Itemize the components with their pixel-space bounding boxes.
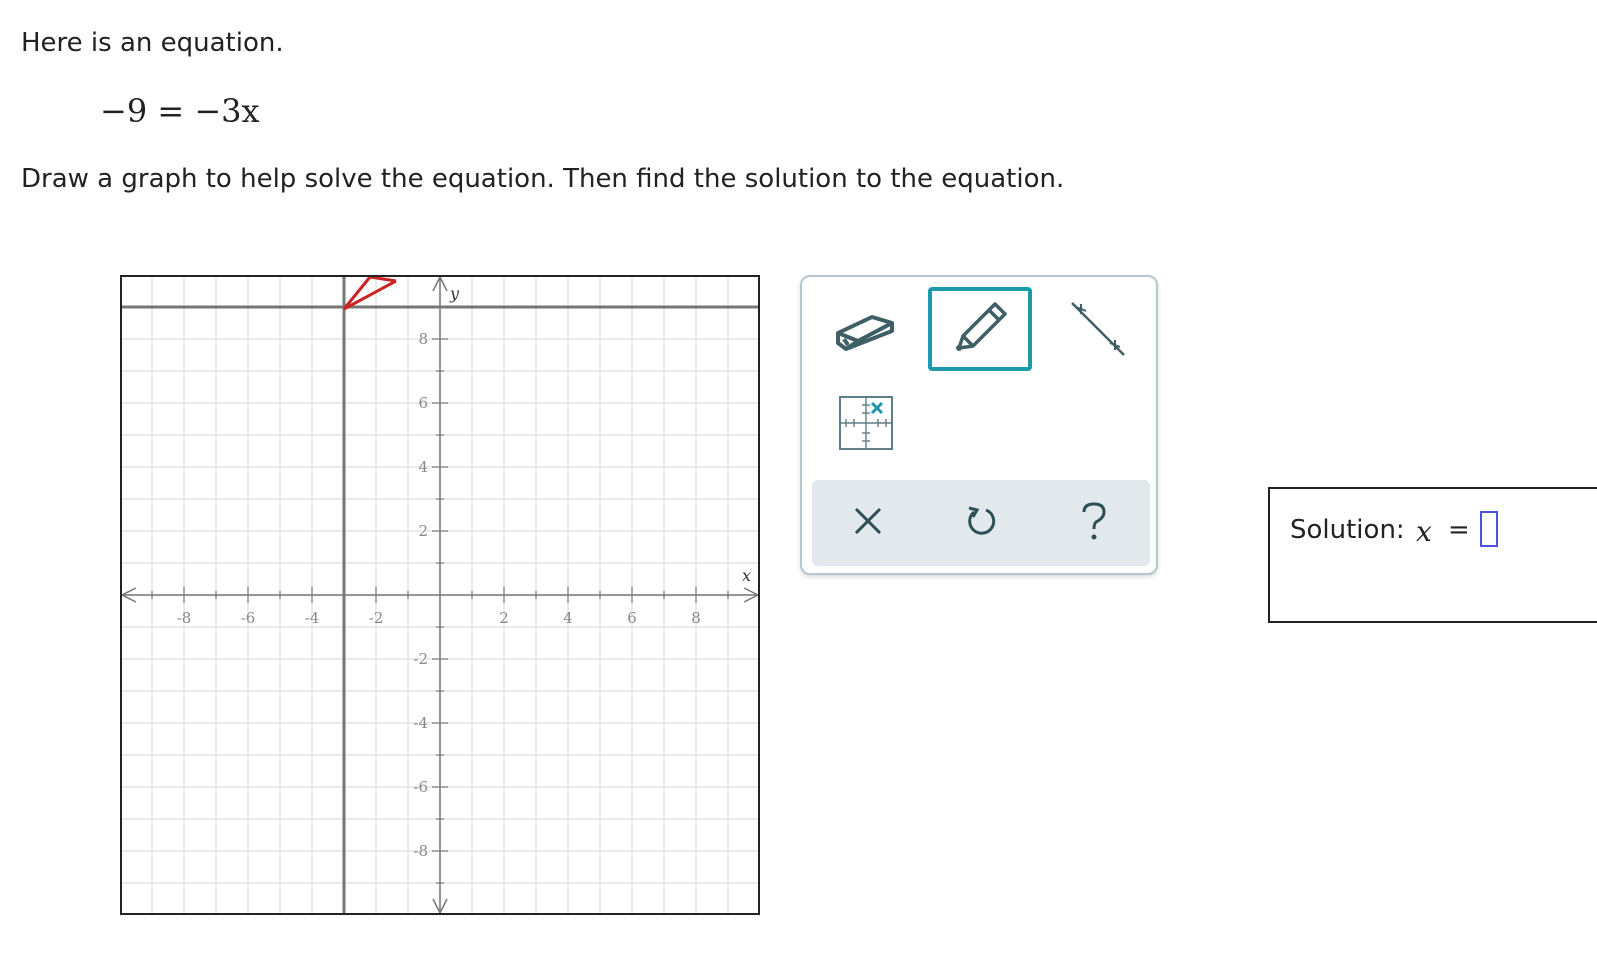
x-axis-label: x — [742, 566, 751, 585]
y-axis-label: y — [449, 284, 460, 303]
help-icon — [1080, 501, 1108, 545]
point-tool-button[interactable] — [826, 385, 906, 465]
y-tick-label: -8 — [413, 842, 428, 860]
y-tick-label: 4 — [418, 458, 428, 476]
y-tick-label: 8 — [418, 330, 428, 348]
y-tick-label: 6 — [418, 394, 428, 412]
graph-area[interactable]: -8 -6 -4 -2 2 4 6 8 8 6 4 2 -2 -4 -6 -8 x y — [120, 275, 760, 915]
point-icon — [838, 395, 894, 455]
help-button[interactable] — [1038, 480, 1150, 566]
x-tick-label: 4 — [563, 609, 573, 627]
x-tick-label: 2 — [499, 609, 509, 627]
instruction-text: Draw a graph to help solve the equation.… — [21, 164, 1065, 194]
eraser-tool-button[interactable] — [826, 291, 906, 371]
line-icon — [1066, 297, 1130, 365]
solution-box: Solution: x = — [1268, 487, 1597, 623]
intro-text: Here is an equation. — [21, 28, 284, 58]
solution-equals: = — [1448, 515, 1470, 545]
eraser-icon — [834, 303, 898, 359]
equation: −9 = −3x — [100, 92, 260, 130]
solution-variable: x — [1416, 515, 1432, 548]
pencil-mark-triangle — [342, 275, 397, 311]
close-icon — [853, 506, 883, 540]
graph-toolbox — [800, 275, 1158, 575]
x-tick-label: 6 — [627, 609, 637, 627]
x-tick-label: -6 — [241, 609, 256, 627]
pencil-icon — [949, 296, 1011, 362]
axes — [120, 275, 760, 915]
clear-button[interactable] — [812, 480, 924, 566]
x-tick-label: -4 — [305, 609, 320, 627]
undo-button[interactable] — [925, 480, 1037, 566]
line-tool-button[interactable] — [1058, 291, 1138, 371]
toolbox-action-bar — [812, 480, 1150, 566]
y-tick-label: -6 — [413, 778, 428, 796]
y-tick-label: -4 — [413, 714, 428, 732]
coordinate-plane[interactable]: -8 -6 -4 -2 2 4 6 8 8 6 4 2 -2 -4 -6 -8 x y — [120, 275, 760, 915]
solution-input[interactable] — [1480, 511, 1498, 547]
solution-label: Solution: — [1290, 515, 1405, 545]
undo-icon — [965, 504, 997, 542]
y-tick-label: -2 — [413, 650, 428, 668]
x-tick-label: -2 — [369, 609, 384, 627]
x-tick-label: -8 — [177, 609, 192, 627]
pencil-tool-button[interactable] — [928, 287, 1032, 371]
y-tick-label: 2 — [418, 522, 428, 540]
x-tick-label: 8 — [691, 609, 701, 627]
